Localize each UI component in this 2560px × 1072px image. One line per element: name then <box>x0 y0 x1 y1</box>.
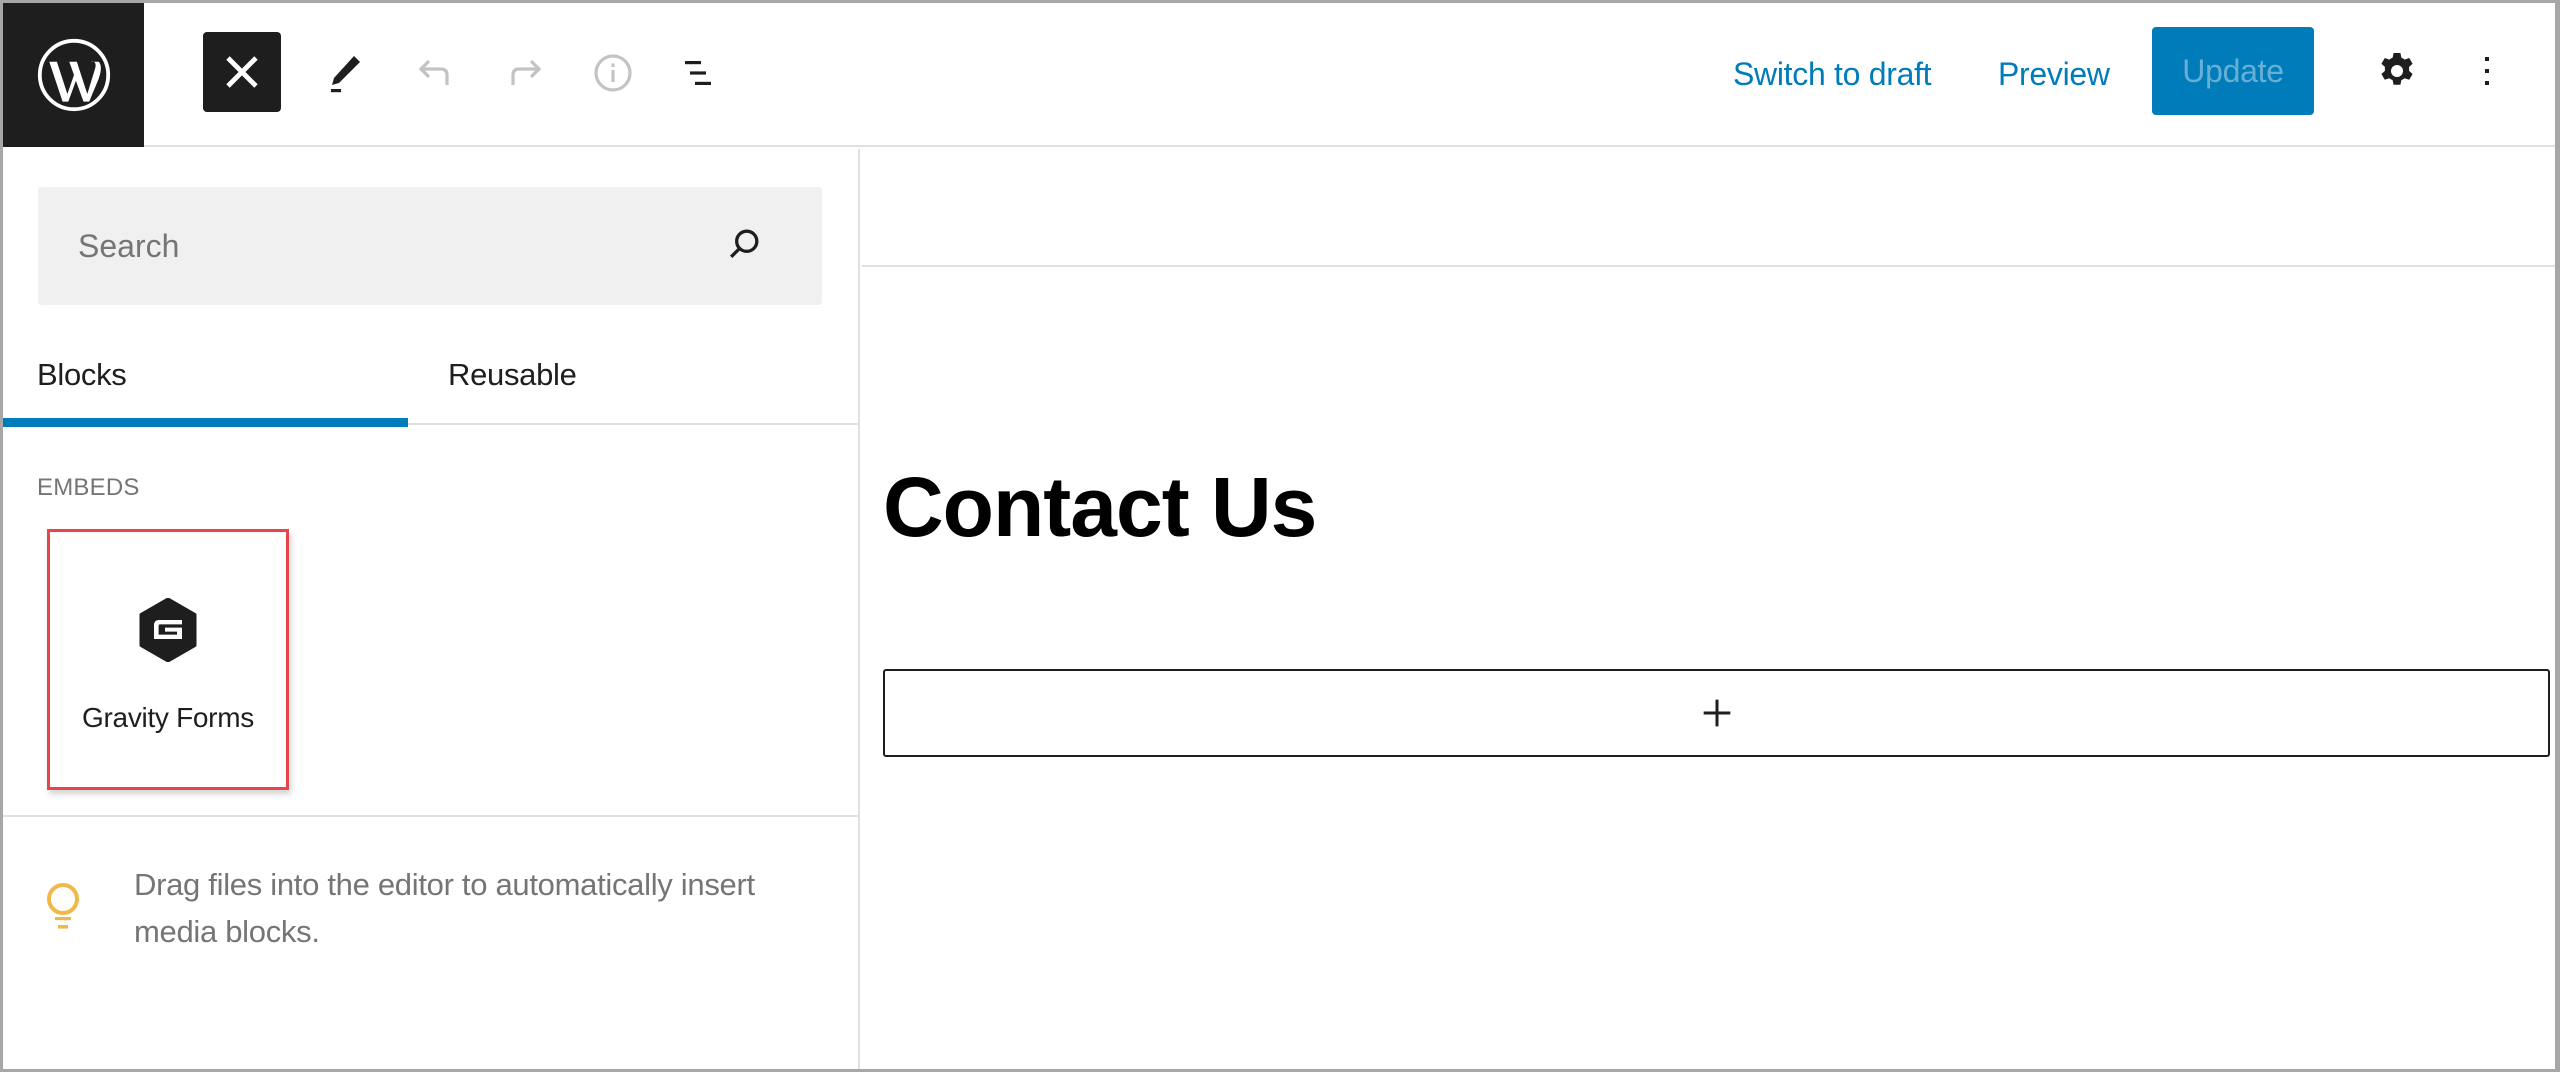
block-inserter-panel: Blocks Reusable EMBEDS Gravity Forms Dra… <box>3 149 860 1069</box>
list-view-icon <box>685 61 711 85</box>
details-button[interactable] <box>581 41 645 105</box>
gravity-forms-icon <box>139 598 197 662</box>
wordpress-logo-button[interactable] <box>3 3 144 147</box>
more-vertical-icon <box>2485 57 2489 85</box>
options-menu-button[interactable] <box>2455 39 2519 103</box>
undo-button[interactable] <box>403 41 467 105</box>
lightbulb-icon <box>47 883 79 929</box>
undo-icon <box>418 59 449 85</box>
block-item-gravity-forms[interactable]: Gravity Forms <box>47 529 289 790</box>
preview-button[interactable]: Preview <box>1998 47 2110 101</box>
info-icon <box>594 54 632 92</box>
tip-text: Drag files into the editor to automatica… <box>134 867 755 949</box>
search-icon[interactable] <box>722 222 770 270</box>
close-icon <box>226 56 258 88</box>
plus-icon <box>1703 699 1730 727</box>
block-search <box>38 187 822 305</box>
category-heading: EMBEDS <box>37 474 140 501</box>
pencil-icon <box>331 56 360 93</box>
tools-button[interactable] <box>313 41 377 105</box>
redo-icon <box>511 59 542 85</box>
editor-window: Switch to draft Preview Update Search Bl… <box>3 3 2555 1069</box>
add-block-button[interactable] <box>883 669 2550 757</box>
switch-to-draft-button[interactable]: Switch to draft <box>1733 47 1932 101</box>
block-search-input[interactable] <box>38 227 722 265</box>
wordpress-logo-icon <box>37 38 110 112</box>
settings-button[interactable] <box>2365 39 2429 103</box>
editor-divider <box>862 265 2555 267</box>
editor-canvas: Contact Us <box>862 149 2555 1069</box>
block-item-label: Gravity Forms <box>82 702 254 733</box>
close-inserter-button[interactable] <box>203 32 281 112</box>
gear-icon <box>2381 53 2413 85</box>
tab-blocks[interactable]: Blocks <box>3 325 408 427</box>
tab-reusable[interactable]: Reusable <box>408 325 813 425</box>
inserter-tabs: Blocks Reusable <box>3 325 860 427</box>
post-title[interactable]: Contact Us <box>883 459 1317 556</box>
editor-header: Switch to draft Preview Update <box>3 3 2555 147</box>
tip-divider <box>3 815 860 817</box>
redo-button[interactable] <box>493 41 557 105</box>
update-button[interactable]: Update <box>2152 27 2314 115</box>
list-view-button[interactable] <box>669 41 733 105</box>
